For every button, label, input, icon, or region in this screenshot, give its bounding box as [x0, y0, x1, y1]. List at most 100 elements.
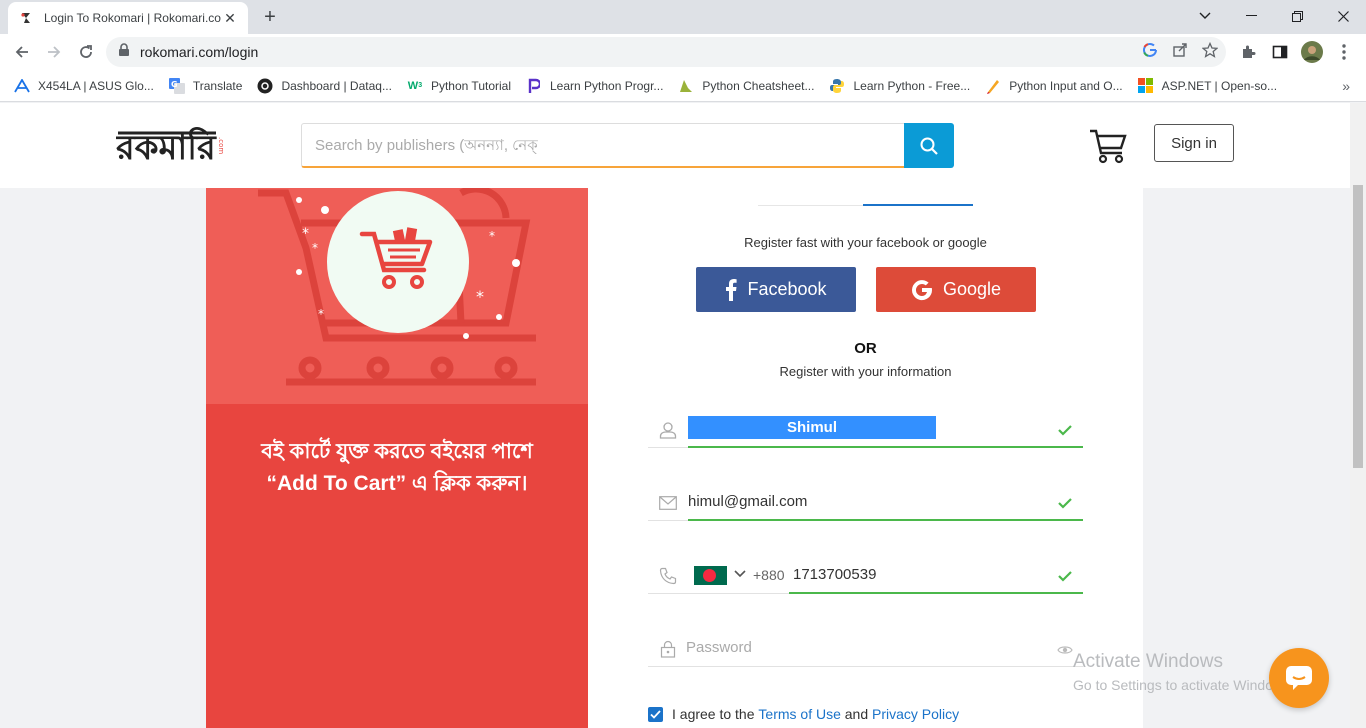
close-window-button[interactable]	[1320, 0, 1366, 32]
promo-line-2: “Add To Cart” এ ক্লিক করুন।	[266, 472, 528, 495]
activate-windows-title: Activate Windows	[1073, 651, 1223, 672]
name-field[interactable]: Shimul	[648, 412, 1083, 448]
address-bar[interactable]: rokomari.com/login	[106, 37, 1226, 67]
google-icon	[911, 279, 932, 300]
promo-panel: * * * * * বই কার্টে যুক্ত করতে বইয়ের পা…	[206, 188, 588, 728]
svg-text:*: *	[302, 226, 309, 242]
google-lens-icon[interactable]	[1142, 42, 1158, 63]
bookmark-programiz[interactable]: Learn Python Progr...	[526, 78, 663, 94]
bookmark-w3schools[interactable]: W3 Python Tutorial	[407, 78, 511, 94]
svg-text:G: G	[171, 80, 178, 89]
phone-icon	[658, 566, 678, 586]
svg-text:*: *	[489, 229, 495, 243]
bookmarks-bar: X454LA | ASUS Glo... G Translate Dashboa…	[0, 70, 1366, 102]
side-panel-icon[interactable]	[1266, 38, 1294, 66]
phone-input[interactable]: 1713700539	[793, 566, 876, 583]
name-input[interactable]: Shimul	[688, 416, 936, 439]
terms-of-use-link[interactable]: Terms of Use	[758, 706, 840, 722]
more-bookmarks-chevron-icon[interactable]: »	[1342, 78, 1350, 94]
promo-caption: বই কার্টে যুক্ত করতে বইয়ের পাশে “Add To…	[206, 436, 588, 500]
register-info-text: Register with your information	[779, 364, 952, 379]
svg-text:*: *	[476, 287, 484, 306]
terms-agreement: I agree to the Terms of Use and Privacy …	[648, 706, 959, 722]
programiz-icon	[526, 78, 542, 94]
facebook-icon	[726, 278, 738, 301]
search-box[interactable]	[301, 123, 905, 168]
password-field[interactable]: Password	[648, 631, 1083, 667]
asus-icon	[14, 78, 30, 94]
lock-icon[interactable]	[118, 42, 130, 62]
scrollbar-thumb[interactable]	[1353, 185, 1363, 468]
search-button[interactable]	[904, 123, 954, 168]
share-icon[interactable]	[1172, 42, 1188, 63]
page-scrollbar[interactable]	[1350, 103, 1366, 728]
forward-button[interactable]	[40, 38, 68, 66]
active-tab-indicator	[863, 204, 973, 206]
phone-field[interactable]: +880 1713700539	[648, 558, 1083, 594]
password-input[interactable]: Password	[686, 639, 752, 656]
agree-prefix: I agree to the	[672, 706, 755, 722]
activate-windows-watermark: Activate Windows Go to Settings to activ…	[1073, 651, 1294, 693]
cart-button[interactable]	[1088, 127, 1128, 165]
reload-button[interactable]	[72, 38, 100, 66]
bookmark-asus[interactable]: X454LA | ASUS Glo...	[14, 78, 154, 94]
url-text: rokomari.com/login	[140, 44, 259, 60]
bookmark-cheatsheet[interactable]: Python Cheatsheet...	[678, 78, 814, 94]
bookmark-dataquest[interactable]: Dashboard | Dataq...	[257, 78, 392, 94]
phone-valid-check-icon	[1058, 571, 1072, 582]
bookmark-aspnet[interactable]: ASP.NET | Open-so...	[1138, 78, 1277, 94]
svg-text:.com: .com	[217, 137, 225, 154]
chrome-menu-icon[interactable]	[1330, 38, 1358, 66]
bookmark-pythoninput[interactable]: Python Input and O...	[985, 78, 1123, 94]
minimize-button[interactable]	[1228, 0, 1274, 32]
shopping-cart-icon	[359, 227, 433, 289]
python-icon	[829, 78, 845, 94]
rokomari-logo[interactable]: রকমারি .com	[115, 123, 226, 168]
padlock-icon	[658, 639, 678, 659]
chat-bubble-icon	[1286, 666, 1312, 690]
search-icon	[920, 137, 938, 155]
agree-checkbox[interactable]	[648, 706, 663, 722]
chat-widget-button[interactable]	[1269, 648, 1329, 708]
cheatsheet-icon	[678, 78, 694, 94]
bookmark-star-icon[interactable]	[1201, 41, 1219, 63]
tab-title: Login To Rokomari | Rokomari.co	[44, 11, 221, 25]
browser-tabstrip: Login To Rokomari | Rokomari.co ✕ +	[0, 0, 1366, 34]
translate-icon: G	[168, 77, 185, 94]
activate-windows-subtitle: Go to Settings to activate Windows.	[1073, 677, 1294, 693]
search-input[interactable]	[315, 136, 904, 154]
privacy-policy-link[interactable]: Privacy Policy	[872, 706, 959, 722]
bookmark-learnpython[interactable]: Learn Python - Free...	[829, 78, 970, 94]
facebook-button[interactable]: Facebook	[696, 267, 856, 312]
profile-avatar[interactable]	[1298, 38, 1326, 66]
cart-circle	[327, 191, 469, 333]
close-tab-icon[interactable]: ✕	[222, 10, 238, 26]
phone-country-code: +880	[753, 567, 785, 583]
site-header: রকমারি .com Sign in	[0, 103, 1350, 188]
signup-form-panel: SIGN IN SIGN UP Register fast with your …	[588, 176, 1143, 728]
register-fast-text: Register fast with your facebook or goog…	[744, 235, 987, 250]
tab-search-chevron-icon[interactable]	[1182, 0, 1228, 32]
page-viewport: * * * * * বই কার্টে যুক্ত করতে বইয়ের পা…	[0, 103, 1366, 728]
pencil-icon	[985, 78, 1001, 94]
bangladesh-flag-icon[interactable]	[694, 566, 727, 585]
signin-button[interactable]: Sign in	[1154, 124, 1234, 162]
extensions-puzzle-icon[interactable]	[1234, 38, 1262, 66]
browser-tab[interactable]: Login To Rokomari | Rokomari.co ✕	[8, 2, 248, 34]
bookmark-translate[interactable]: G Translate	[168, 77, 242, 94]
email-input[interactable]: himul@gmail.com	[688, 493, 807, 510]
dataquest-icon	[257, 78, 273, 94]
promo-illustration: * * * * *	[206, 188, 588, 404]
auth-tabs: SIGN IN SIGN UP	[758, 176, 973, 206]
microsoft-icon	[1138, 78, 1154, 94]
back-button[interactable]	[8, 38, 36, 66]
show-password-eye-icon[interactable]	[1057, 642, 1073, 658]
new-tab-button[interactable]: +	[258, 6, 282, 28]
email-field[interactable]: himul@gmail.com	[648, 485, 1083, 521]
google-button[interactable]: Google	[876, 267, 1036, 312]
restore-button[interactable]	[1274, 0, 1320, 32]
country-chevron-down-icon[interactable]	[734, 567, 746, 581]
rokomari-favicon-icon	[18, 10, 34, 26]
svg-text:*: *	[312, 241, 318, 255]
promo-line-1: বই কার্টে যুক্ত করতে বইয়ের পাশে	[261, 440, 533, 463]
